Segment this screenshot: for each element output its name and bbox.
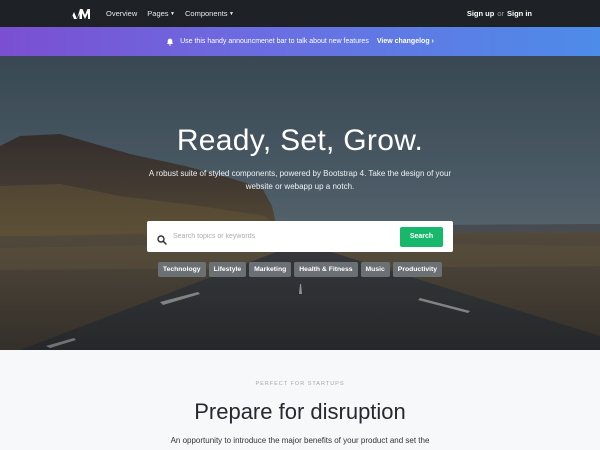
announcement-text: Use this handy announcmenet bar to talk … xyxy=(180,38,369,45)
tag-technology[interactable]: Technology xyxy=(157,262,206,277)
caret-down-icon: ▼ xyxy=(229,10,234,17)
section-eyebrow: PERFECT FOR STARTUPS xyxy=(255,381,345,387)
auth-links: Sign up or Sign in xyxy=(467,9,532,18)
caret-down-icon: ▼ xyxy=(170,10,175,17)
tag-lifestyle[interactable]: Lifestyle xyxy=(208,262,247,277)
tag-music[interactable]: Music xyxy=(360,262,390,277)
changelog-link[interactable]: View changelog › xyxy=(377,38,434,45)
hero-section: Ready, Set, Grow. A robust suite of styl… xyxy=(0,56,600,350)
nav-link-components[interactable]: Components ▼ xyxy=(185,9,234,18)
hero-background-image xyxy=(0,56,600,350)
tag-productivity[interactable]: Productivity xyxy=(392,262,443,277)
announcement-bar: Use this handy announcmenet bar to talk … xyxy=(0,27,600,56)
search-form: Search xyxy=(147,221,453,252)
top-navbar: Overview Pages ▼ Components ▼ Sign up or S… xyxy=(0,0,600,27)
bell-icon xyxy=(166,38,174,46)
section-title: Prepare for disruption xyxy=(194,399,406,424)
tag-marketing[interactable]: Marketing xyxy=(249,262,292,277)
tag-health-fitness[interactable]: Health & Fitness xyxy=(294,262,358,277)
signup-link[interactable]: Sign up xyxy=(467,9,495,18)
topic-tags: Technology Lifestyle Marketing Health & … xyxy=(0,262,600,277)
startups-section: PERFECT FOR STARTUPS Prepare for disrupt… xyxy=(0,350,600,450)
section-text: An opportunity to introduce the major be… xyxy=(170,436,430,445)
search-button[interactable]: Search xyxy=(400,226,443,247)
hero-subtitle: A robust suite of styled components, pow… xyxy=(148,169,452,191)
signin-link[interactable]: Sign in xyxy=(507,9,532,18)
search-icon xyxy=(157,232,167,245)
nav-link-overview[interactable]: Overview xyxy=(106,9,137,18)
brand-logo[interactable] xyxy=(68,8,92,20)
or-separator: or xyxy=(497,9,504,18)
hero-title: Ready, Set, Grow. xyxy=(176,124,424,157)
nav-link-pages[interactable]: Pages ▼ xyxy=(147,9,175,18)
search-input[interactable] xyxy=(173,233,400,240)
